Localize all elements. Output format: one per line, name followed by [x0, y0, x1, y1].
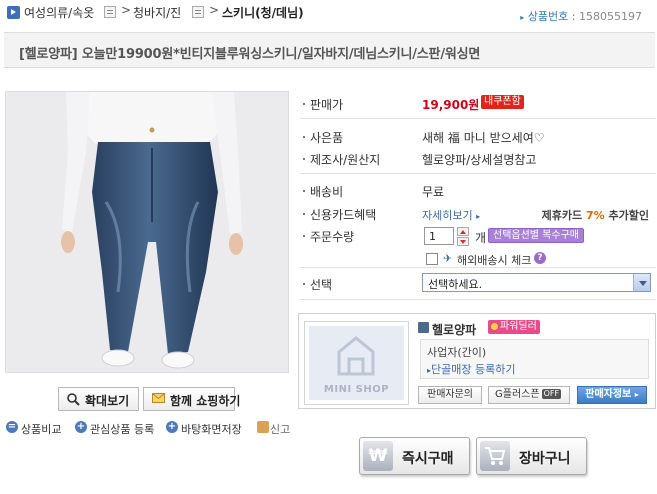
bullet — [303, 283, 305, 285]
category-menu-icon[interactable] — [192, 6, 204, 18]
buy-now-button[interactable]: ₩ 즉시구매 — [359, 437, 470, 475]
report-link[interactable]: 신고 — [270, 421, 290, 437]
select-label: 선택 — [310, 278, 333, 292]
divider — [300, 118, 656, 119]
gift-value: 새해 福 마니 받으세여♡ — [422, 131, 545, 145]
off-tag: OFF — [541, 389, 562, 399]
coupon-badge[interactable]: 내쿠폰함 — [481, 95, 524, 109]
price-label: 판매가 — [310, 98, 344, 112]
card-label: 신용카드혜택 — [310, 208, 377, 222]
seller-name[interactable]: 헬로양파 — [432, 321, 476, 338]
option-bulk-button[interactable]: 선택옵션별 복수구매 — [488, 228, 584, 243]
qty-label: 주문수량 — [310, 230, 355, 244]
bullet — [303, 103, 305, 105]
partner-card-discount: 제휴카드 7% 추가할인 — [541, 209, 649, 222]
shop-together-button[interactable]: 함께 쇼핑하기 — [143, 387, 240, 411]
maker-value: 헬로양파/상세설명참고 — [422, 153, 537, 167]
won-icon: ₩ — [363, 441, 393, 471]
product-number: ▸ 상품번호 : 158055197 — [520, 10, 642, 23]
bullet — [303, 213, 305, 215]
crumb-jeans[interactable]: 청바지/진 — [133, 4, 181, 21]
category-menu-icon[interactable] — [104, 6, 116, 18]
quantity-down-icon[interactable] — [457, 237, 469, 246]
help-icon[interactable]: ? — [534, 252, 546, 264]
bullet — [303, 158, 305, 160]
product-image[interactable] — [5, 91, 289, 373]
compare-icon[interactable]: = — [6, 421, 18, 433]
desktop-save-icon[interactable]: + — [166, 421, 178, 433]
business-type: 사업자(간이) — [427, 346, 487, 359]
divider — [300, 267, 656, 268]
ask-seller-button[interactable]: 판매자문의 — [418, 386, 482, 404]
wish-link[interactable]: 관심상품 등록 — [90, 421, 154, 437]
jeans-photo-icon — [6, 92, 288, 372]
seller-info-button[interactable]: 판매자정보 ▸ — [577, 386, 647, 404]
quantity-up-icon[interactable] — [457, 227, 469, 236]
price-value: 19,900원 — [422, 98, 480, 112]
arrow-icon: ▸ — [520, 13, 525, 22]
shop-house-icon — [337, 336, 375, 376]
divider — [300, 299, 656, 300]
maker-label: 제조사/원산지 — [310, 153, 381, 167]
crumb-separator: > — [121, 3, 132, 17]
breadcrumb: 여성의류/속옷 > 청바지/진 > 스키니(청/데님) ▸ 상품번호 : 158… — [0, 0, 657, 26]
home-icon[interactable] — [7, 6, 20, 19]
qty-unit: 개 — [475, 231, 487, 245]
overseas-label: 해외배송시 체크 — [457, 254, 532, 267]
chevron-down-icon[interactable] — [633, 274, 650, 291]
compare-link[interactable]: 상품비교 — [21, 421, 61, 437]
g-plus-button[interactable]: G플러스픈 OFF — [488, 386, 570, 404]
power-dealer-badge: 파워딜러 — [488, 320, 540, 334]
crumb-skinny[interactable]: 스키니(청/데님) — [222, 4, 304, 21]
shipping-label: 배송비 — [310, 185, 344, 199]
airplane-icon: ✈ — [443, 252, 453, 265]
envelope-icon — [152, 393, 165, 407]
overseas-checkbox[interactable] — [426, 253, 438, 265]
mini-shop-label: MINI SHOP — [323, 384, 390, 395]
report-icon[interactable] — [257, 421, 269, 433]
quantity-input[interactable]: 1 — [424, 227, 454, 245]
mini-shop-thumbnail[interactable]: MINI SHOP — [304, 321, 409, 405]
wish-icon[interactable]: + — [75, 421, 87, 433]
shipping-value: 무료 — [422, 185, 445, 199]
product-title: [헬로양파] 오늘만19900원*빈티지블루워싱스키니/일자바지/데님스키니/스… — [19, 47, 481, 62]
option-select[interactable]: 선택하세요. — [422, 273, 651, 292]
bullet — [303, 190, 305, 192]
shop-icon — [418, 322, 429, 333]
desktop-save-link[interactable]: 바탕화면저장 — [181, 421, 242, 437]
zoom-button[interactable]: 확대보기 — [58, 387, 139, 411]
gift-label: 사은품 — [310, 131, 344, 145]
magnifier-icon — [67, 393, 80, 409]
crumb-women-clothing[interactable]: 여성의류/속옷 — [24, 4, 94, 21]
divider — [300, 173, 656, 174]
product-title-bar: [헬로양파] 오늘만19900원*빈티지블루워싱스키니/일자바지/데님스키니/스… — [4, 32, 655, 68]
favorite-shop-link[interactable]: ▸단골매장 등록하기 — [427, 361, 515, 377]
bullet — [303, 136, 305, 138]
card-detail-link[interactable]: 자세히보기 ▸ — [422, 207, 480, 223]
cart-icon — [480, 441, 510, 471]
cart-button[interactable]: 장바구니 — [476, 437, 587, 475]
crumb-separator: > — [209, 3, 220, 17]
bullet — [303, 235, 305, 237]
